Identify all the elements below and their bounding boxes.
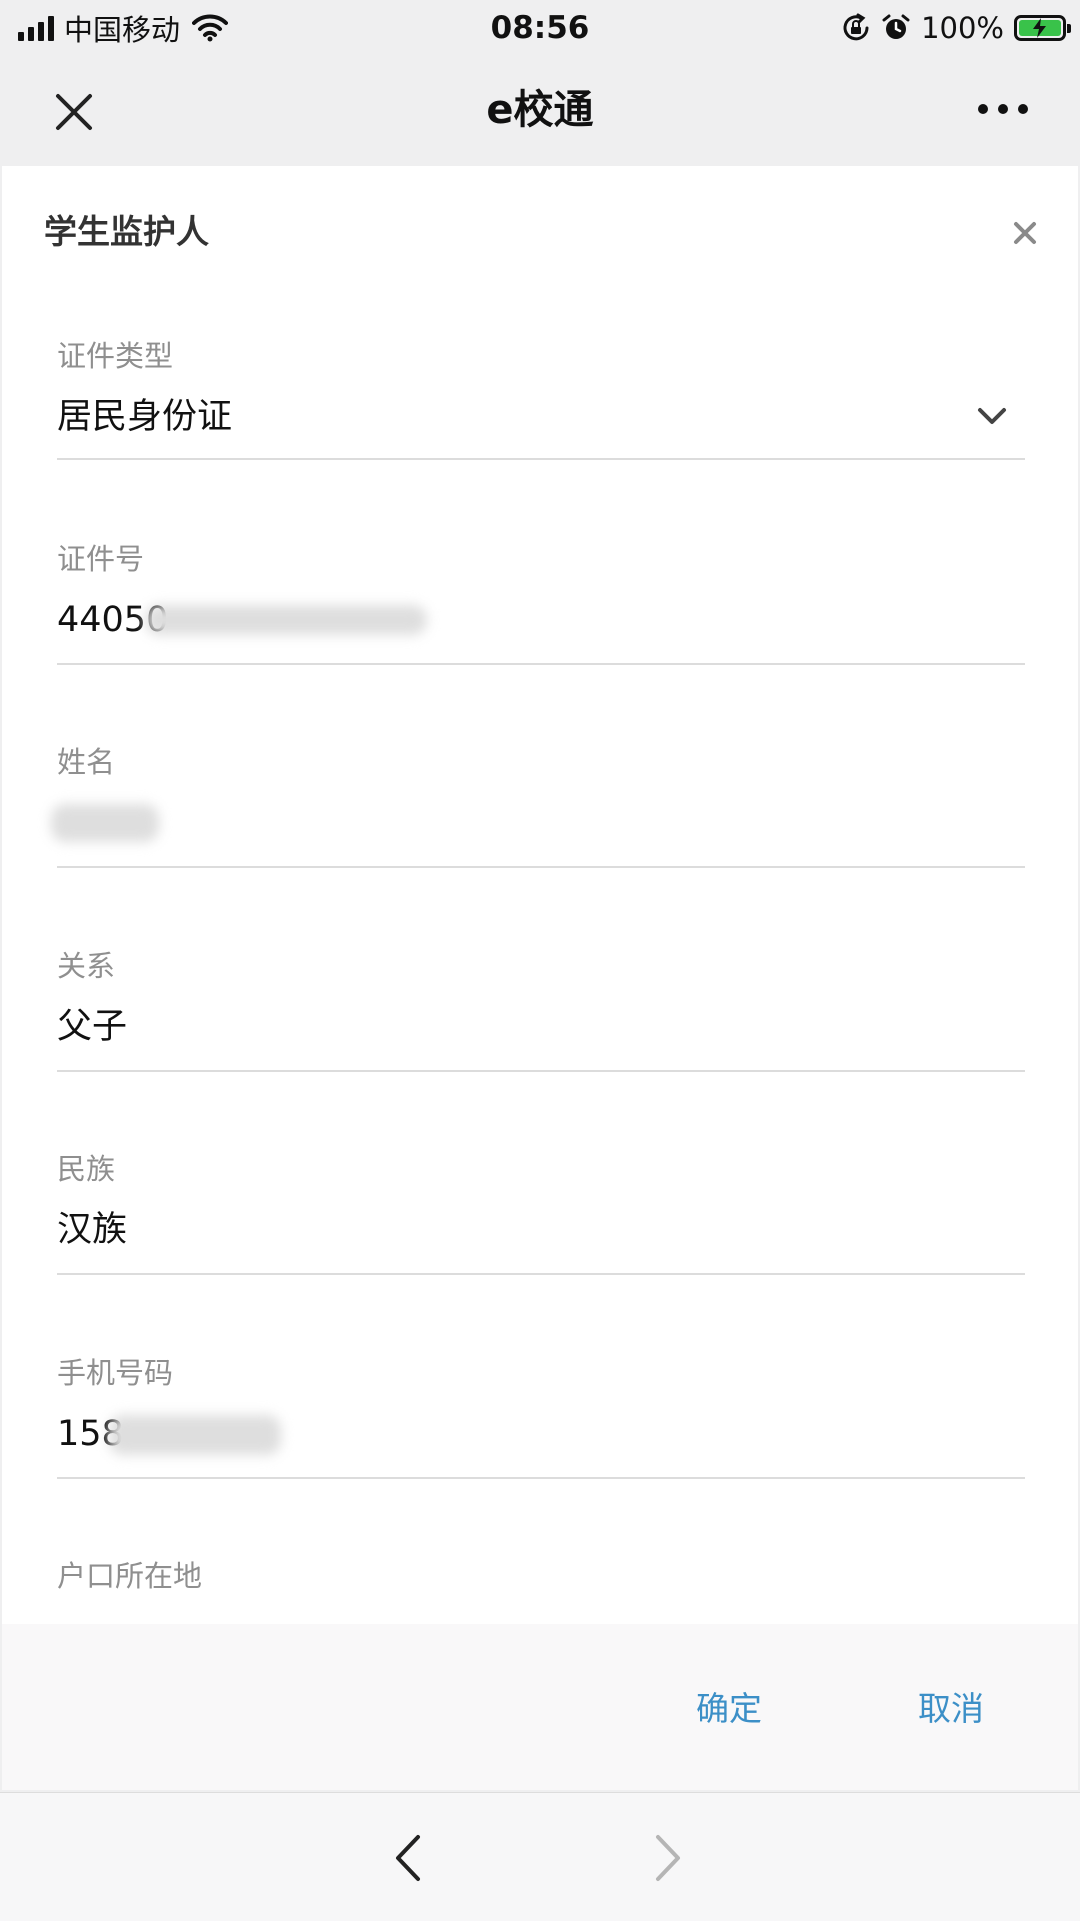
household-field[interactable]: 户口所在地 [57,1556,1025,1616]
back-arrow-icon[interactable] [392,1833,422,1883]
ethnicity-input[interactable]: 汉族 [57,1207,1025,1253]
cancel-button[interactable]: 取消 [918,1686,984,1732]
id-type-value: 居民身份证 [57,397,233,437]
name-label: 姓名 [57,745,116,779]
redaction-blur [145,605,427,635]
relationship-input[interactable]: 父子 [57,1004,1025,1050]
redaction-blur [109,1415,281,1455]
ethnicity-label: 民族 [57,1152,116,1186]
mobile-field[interactable]: 手机号码 158 [57,1353,1025,1479]
id-type-field[interactable]: 证件类型 居民身份证 [57,336,1025,460]
id-number-label: 证件号 [57,542,145,576]
chevron-down-icon [978,408,1006,424]
battery-icon [1014,15,1071,41]
ethnicity-field[interactable]: 民族 汉族 [57,1149,1025,1275]
rotation-lock-icon [843,13,869,41]
dialog-title: 学生监护人 [44,212,209,251]
household-label: 户口所在地 [57,1559,203,1593]
name-field[interactable]: 姓名 [51,742,1025,868]
id-type-label: 证件类型 [57,339,174,373]
guardian-dialog: 学生监护人 证件类型 居民身份证 证件号 44050 姓名 关系 父子 民族 汉… [2,166,1078,1790]
charging-bolt-icon [1033,18,1046,38]
relationship-value: 父子 [57,1007,128,1047]
redaction-blur [51,804,159,842]
mobile-label: 手机号码 [57,1356,174,1390]
dialog-footer: 确定 取消 [2,1624,1078,1790]
id-type-select[interactable]: 居民身份证 [57,394,1025,440]
id-number-field[interactable]: 证件号 44050 [57,539,1025,665]
relationship-label: 关系 [57,949,116,983]
dialog-close-icon[interactable] [1012,220,1038,246]
id-number-input[interactable]: 44050 [57,597,1025,643]
more-icon[interactable] [978,104,1028,114]
battery-percentage: 100% [921,11,1004,45]
relationship-field[interactable]: 关系 父子 [57,946,1025,1072]
nav-title: e校通 [486,87,594,133]
nav-bar: e校通 [0,54,1080,164]
alarm-icon [882,14,910,39]
browser-toolbar [0,1792,1080,1921]
mobile-input[interactable]: 158 [57,1411,1025,1457]
name-input[interactable] [51,800,1025,846]
forward-arrow-icon[interactable] [654,1833,684,1883]
status-bar: 中国移动 08:56 100% [0,0,1080,54]
confirm-button[interactable]: 确定 [696,1686,762,1732]
ethnicity-value: 汉族 [57,1210,128,1250]
